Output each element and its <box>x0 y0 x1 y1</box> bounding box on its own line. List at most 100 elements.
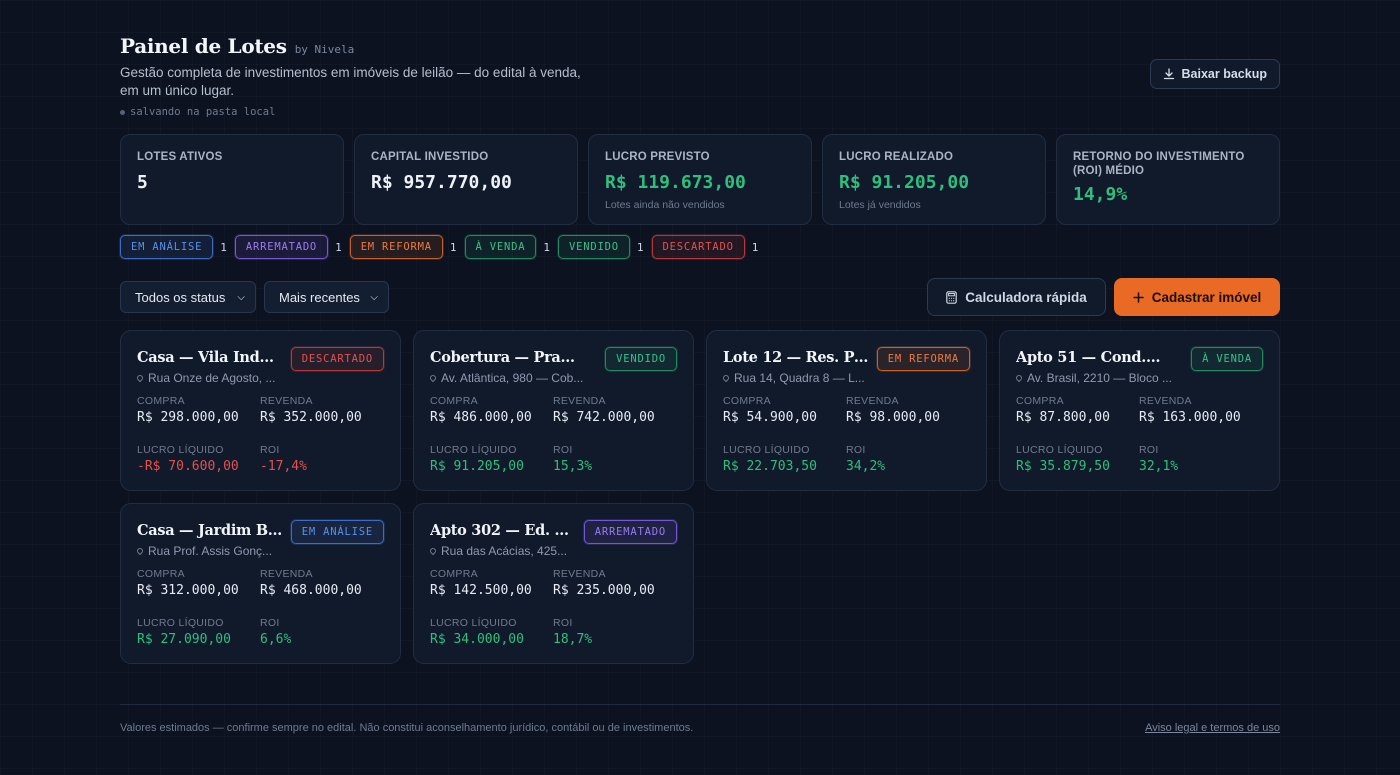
card-lucro: LUCRO LÍQUIDO R$ 34.000,00 <box>430 617 553 647</box>
stat-value: R$ 91.205,00 <box>839 172 970 193</box>
value-compra: R$ 486.000,00 <box>430 410 532 425</box>
status-pill-arrematado[interactable]: ARREMATADO <box>234 235 329 259</box>
value-compra: R$ 54.900,00 <box>723 410 817 425</box>
sort-select-value: Mais recentes <box>279 289 360 305</box>
stat-value: R$ 119.673,00 <box>605 172 746 193</box>
value-roi: 34,2% <box>846 459 886 474</box>
property-card[interactable]: Casa — Jardim Botânico EM ANÁLISE Rua Pr… <box>120 503 401 664</box>
legal-terms-link[interactable]: Aviso legal e termos de uso <box>1145 722 1280 734</box>
label-lucro: LUCRO LÍQUIDO <box>1016 444 1103 456</box>
card-revenda: REVENDA R$ 163.000,00 <box>1139 395 1262 425</box>
card-lucro: LUCRO LÍQUIDO R$ 35.879,50 <box>1016 444 1139 474</box>
stat-value: 5 <box>137 172 148 193</box>
status-badge: VENDIDO <box>605 347 677 371</box>
quick-calculator-button[interactable]: Calculadora rápida <box>927 278 1106 316</box>
stat-label: LUCRO PREVISTO <box>605 151 710 163</box>
status-pill-descartado[interactable]: DESCARTADO <box>651 235 745 259</box>
label-lucro: LUCRO LÍQUIDO <box>137 617 224 629</box>
status-pill-group[interactable]: ARREMATADO 1 <box>234 235 342 259</box>
value-roi: 6,6% <box>260 632 292 647</box>
stat-label: RETORNO DO INVESTIMENTO (ROI) MÉDIO <box>1073 151 1245 177</box>
status-select-value: Todos os status <box>135 289 226 305</box>
card-prices: COMPRA R$ 142.500,00 REVENDA R$ 235.000,… <box>430 568 677 598</box>
page-header: Painel de Lotes by Nivela Gestão complet… <box>120 34 1280 124</box>
card-prices: COMPRA R$ 312.000,00 REVENDA R$ 468.000,… <box>137 568 384 598</box>
value-roi: 15,3% <box>553 459 593 474</box>
card-revenda: REVENDA R$ 98.000,00 <box>846 395 969 425</box>
property-card[interactable]: Lote 12 — Res. Parque EM REFORMA Rua 14,… <box>706 330 987 491</box>
map-pin-icon <box>723 373 731 383</box>
label-revenda: REVENDA <box>846 395 899 407</box>
property-card[interactable]: Apto 302 — Ed. Solar ARREMATADO Rua das … <box>413 503 694 664</box>
card-title: Apto 51 — Cond. Vista <box>1016 349 1162 366</box>
status-pill-em-reforma[interactable]: EM REFORMA <box>349 235 443 259</box>
card-title: Casa — Vila Industrial <box>137 349 283 366</box>
status-count: 1 <box>751 240 759 254</box>
card-roi: ROI 34,2% <box>846 444 969 474</box>
status-pill-group[interactable]: EM ANÁLISE 1 <box>120 235 227 259</box>
status-pill-a-venda[interactable]: À VENDA <box>464 235 537 259</box>
download-icon <box>1163 68 1174 80</box>
value-lucro: R$ 27.090,00 <box>137 632 231 647</box>
card-roi: ROI -17,4% <box>260 444 383 474</box>
card-address: Rua 14, Quadra 8 — L... <box>723 371 891 385</box>
plus-icon <box>1132 291 1144 303</box>
sort-select[interactable]: Mais recentes ⌵ <box>264 281 389 313</box>
label-roi: ROI <box>260 444 280 456</box>
save-status-dot-icon <box>120 109 125 115</box>
property-card[interactable]: Casa — Vila Industrial DESCARTADO Rua On… <box>120 330 401 491</box>
label-lucro: LUCRO LÍQUIDO <box>430 617 517 629</box>
label-roi: ROI <box>260 617 280 629</box>
value-lucro: R$ 35.879,50 <box>1016 459 1110 474</box>
card-results: LUCRO LÍQUIDO R$ 34.000,00 ROI 18,7% <box>430 617 677 647</box>
brand-byline: by Nivela <box>294 43 355 56</box>
label-roi: ROI <box>553 444 573 456</box>
status-pill-em-analise[interactable]: EM ANÁLISE <box>120 235 214 259</box>
label-revenda: REVENDA <box>260 395 313 407</box>
label-revenda: REVENDA <box>553 568 606 580</box>
property-card[interactable]: Apto 51 — Cond. Vista À VENDA Av. Brasil… <box>999 330 1280 491</box>
value-lucro: R$ 34.000,00 <box>430 632 524 647</box>
card-address-text: Av. Atlântica, 980 — Cob... <box>441 371 584 385</box>
value-revenda: R$ 98.000,00 <box>846 410 940 425</box>
status-pill-group[interactable]: VENDIDO 1 <box>558 235 644 259</box>
card-compra: COMPRA R$ 298.000,00 <box>137 395 260 425</box>
card-compra: COMPRA R$ 54.900,00 <box>723 395 846 425</box>
status-pill-group[interactable]: À VENDA 1 <box>464 235 551 259</box>
card-compra: COMPRA R$ 486.000,00 <box>430 395 553 425</box>
status-pill-group[interactable]: EM REFORMA 1 <box>349 235 457 259</box>
status-badge: ARREMATADO <box>583 520 677 544</box>
label-lucro: LUCRO LÍQUIDO <box>723 444 810 456</box>
status-pill-group[interactable]: DESCARTADO 1 <box>651 235 759 259</box>
card-address-text: Av. Brasil, 2210 — Bloco ... <box>1027 371 1172 385</box>
value-compra: R$ 87.800,00 <box>1016 410 1110 425</box>
chevron-down-icon: ⌵ <box>370 291 378 303</box>
card-roi: ROI 15,3% <box>553 444 676 474</box>
toolbar: Todos os status ⌵ Mais recentes ⌵ Calcul… <box>120 278 1280 316</box>
card-header: Casa — Vila Industrial DESCARTADO <box>137 345 384 371</box>
status-badge: EM REFORMA <box>876 347 970 371</box>
label-compra: COMPRA <box>723 395 771 407</box>
card-address: Av. Brasil, 2210 — Bloco ... <box>1016 371 1184 385</box>
backup-button[interactable]: Baixar backup <box>1149 59 1280 89</box>
card-prices: COMPRA R$ 486.000,00 REVENDA R$ 742.000,… <box>430 395 677 425</box>
card-header: Casa — Jardim Botânico EM ANÁLISE <box>137 518 384 544</box>
status-badge: À VENDA <box>1191 347 1263 371</box>
backup-button-label: Baixar backup <box>1181 67 1267 81</box>
card-title: Apto 302 — Ed. Solar <box>430 522 576 539</box>
calculator-icon <box>946 290 958 304</box>
status-pill-vendido[interactable]: VENDIDO <box>558 235 630 259</box>
status-select[interactable]: Todos os status ⌵ <box>120 281 256 313</box>
card-compra: COMPRA R$ 312.000,00 <box>137 568 260 598</box>
stat-note: Lotes ainda não vendidos <box>605 199 725 211</box>
stat-lucro-previsto: LUCRO PREVISTO R$ 119.673,00 Lotes ainda… <box>588 134 812 225</box>
label-roi: ROI <box>846 444 866 456</box>
add-property-button[interactable]: Cadastrar imóvel <box>1114 278 1280 316</box>
status-count: 1 <box>543 240 551 254</box>
value-revenda: R$ 163.000,00 <box>1139 410 1241 425</box>
property-card[interactable]: Cobertura — Praia Grande VENDIDO Av. Atl… <box>413 330 694 491</box>
stat-roi-medio: RETORNO DO INVESTIMENTO (ROI) MÉDIO 14,9… <box>1056 134 1280 225</box>
value-roi: 32,1% <box>1139 459 1179 474</box>
map-pin-icon <box>430 373 438 383</box>
card-revenda: REVENDA R$ 235.000,00 <box>553 568 676 598</box>
